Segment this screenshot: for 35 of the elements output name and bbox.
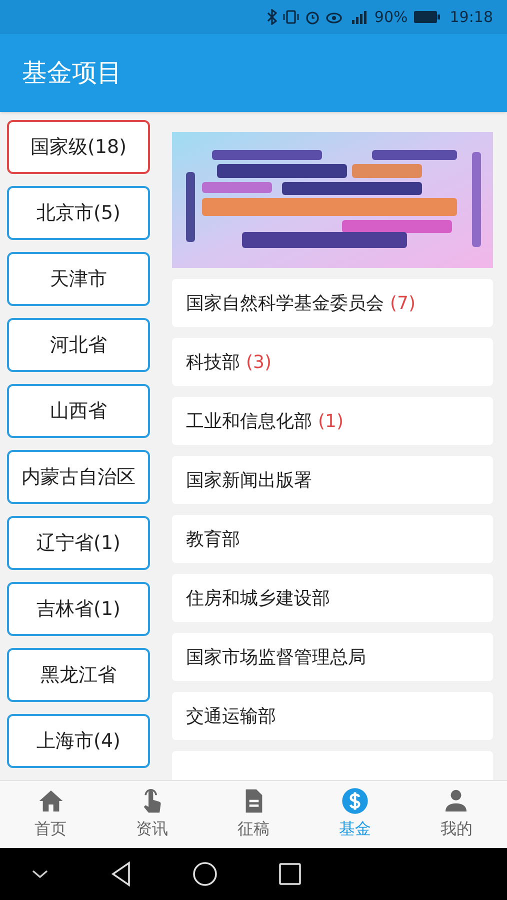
bluetooth-icon <box>267 9 278 25</box>
region-item[interactable]: 北京市(5) <box>7 186 150 240</box>
agency-item[interactable]: 科技部 (3) <box>172 338 493 386</box>
region-item[interactable]: 国家级(18) <box>7 120 150 174</box>
square-icon[interactable] <box>278 862 302 886</box>
region-item[interactable]: 辽宁省(1) <box>7 516 150 570</box>
agency-item[interactable]: 国家自然科学基金委员会 (7) <box>172 279 493 327</box>
agency-item[interactable]: 工业和信息化部 (1) <box>172 397 493 445</box>
battery-icon <box>414 11 440 23</box>
back-icon[interactable] <box>110 861 132 887</box>
chevron-down-icon[interactable] <box>30 868 50 880</box>
battery-percentage: 90% <box>374 6 408 28</box>
tab-item[interactable]: 我的 <box>406 781 507 848</box>
region-item[interactable]: 上海市(4) <box>7 714 150 768</box>
region-item[interactable]: 天津市 <box>7 252 150 306</box>
home-circle-icon[interactable] <box>192 861 218 887</box>
region-item[interactable]: 黑龙江省 <box>7 648 150 702</box>
tab-item[interactable]: 资讯 <box>101 781 203 848</box>
agency-item[interactable]: 住房和城乡建设部 <box>172 574 493 622</box>
agency-item[interactable]: 国家新闻出版署 <box>172 456 493 504</box>
region-item[interactable]: 河北省 <box>7 318 150 372</box>
region-item[interactable]: 山西省 <box>7 384 150 438</box>
clock-time: 19:18 <box>450 6 493 28</box>
eye-icon <box>326 10 342 24</box>
region-item[interactable]: 内蒙古自治区 <box>7 450 150 504</box>
page-title: 基金项目 <box>22 57 122 90</box>
agency-item[interactable]: 交通运输部 <box>172 692 493 740</box>
tab-item[interactable]: 征稿 <box>202 781 304 848</box>
agency-item[interactable]: 国家市场监督管理总局 <box>172 633 493 681</box>
region-item[interactable]: 吉林省(1) <box>7 582 150 636</box>
alarm-icon <box>305 10 320 24</box>
dollar-icon <box>340 787 369 815</box>
tab-item[interactable]: 首页 <box>0 781 102 848</box>
agency-item[interactable]: 教育部 <box>172 515 493 563</box>
vibrate-icon <box>283 10 300 24</box>
